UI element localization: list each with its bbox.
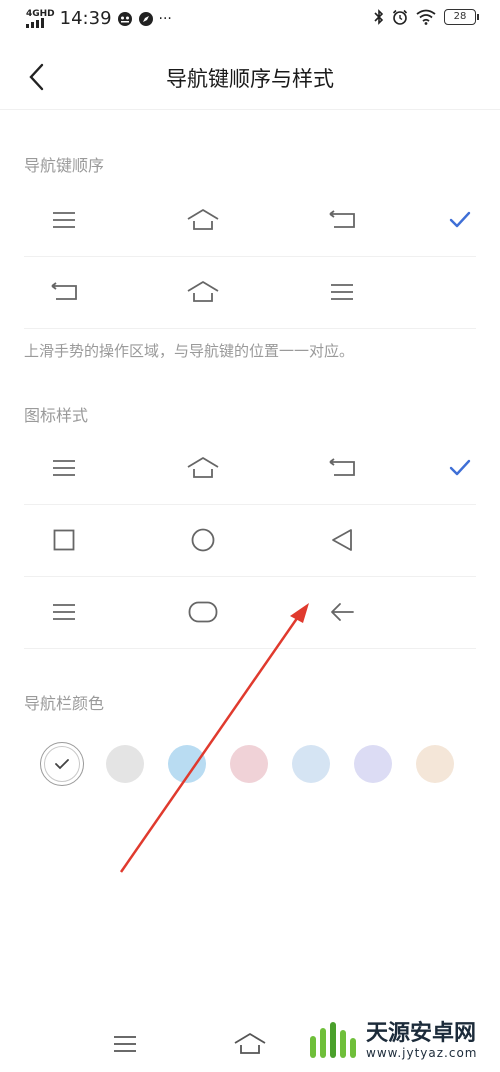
menu-icon bbox=[114, 1036, 136, 1052]
watermark-logo-icon bbox=[310, 1022, 356, 1058]
annotation-arrow bbox=[119, 603, 309, 873]
watermark-url: www.jytyaz.com bbox=[366, 1046, 478, 1060]
watermark: 天源安卓网 www.jytyaz.com bbox=[306, 1018, 478, 1064]
nav-home-button[interactable] bbox=[228, 1022, 272, 1066]
watermark-title: 天源安卓网 bbox=[366, 1021, 477, 1046]
home-icon bbox=[234, 1033, 266, 1054]
nav-menu-button[interactable] bbox=[103, 1022, 147, 1066]
